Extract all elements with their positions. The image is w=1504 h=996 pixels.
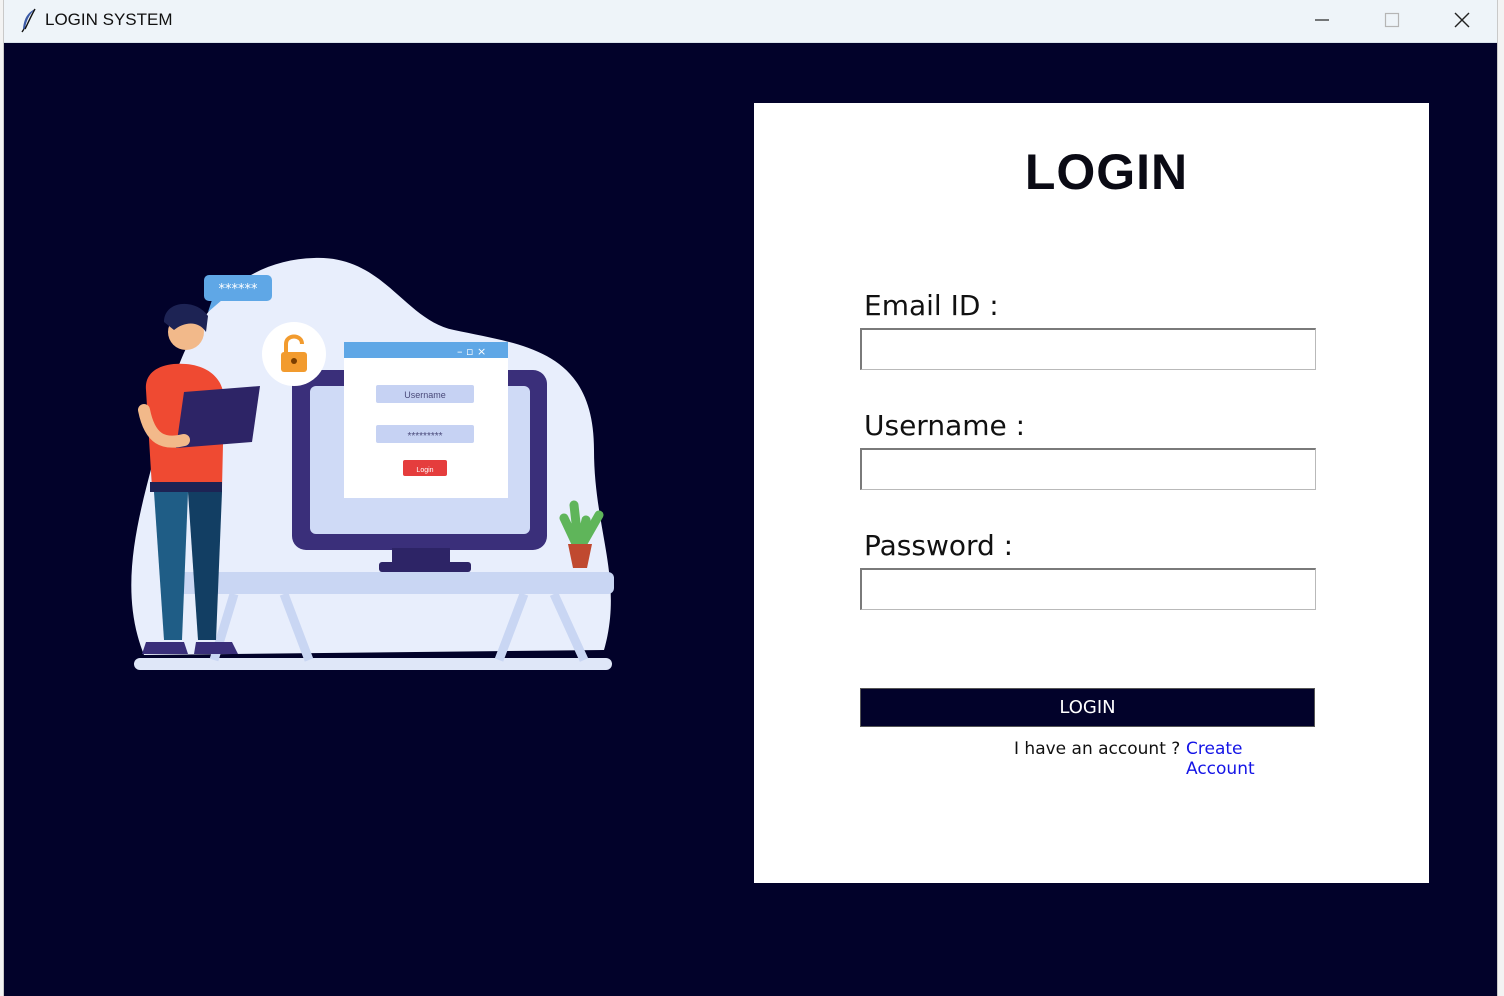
illustration-username-text: Username xyxy=(404,390,446,400)
email-field[interactable] xyxy=(860,328,1316,370)
login-illustration: – ▫ × Username ********* Login ****** xyxy=(131,257,614,670)
create-account-link[interactable]: Create Account xyxy=(1186,739,1314,779)
login-button[interactable]: LOGIN xyxy=(860,688,1315,727)
login-title: LOGIN xyxy=(1024,144,1189,200)
feather-icon xyxy=(21,8,36,33)
svg-text:– ▫ ×: – ▫ × xyxy=(457,345,486,358)
email-label: Email ID : xyxy=(864,289,999,322)
window-title: LOGIN SYSTEM xyxy=(45,10,173,29)
password-label: Password : xyxy=(864,529,1014,562)
minimize-icon xyxy=(1315,19,1329,21)
illustration-password-text: ********* xyxy=(407,431,442,442)
app-window: LOGIN SYSTEM – ▫ × Username ********* Lo xyxy=(4,0,1497,996)
close-icon xyxy=(1454,12,1470,28)
account-text: I have an account ? xyxy=(1014,739,1181,759)
login-panel: LOGIN Email ID : Username : Password : L… xyxy=(754,103,1429,883)
title-bar: LOGIN SYSTEM xyxy=(4,0,1497,43)
username-label: Username : xyxy=(864,409,1026,442)
password-field[interactable] xyxy=(860,568,1316,610)
illustration-bubble-text: ****** xyxy=(219,282,259,297)
username-field[interactable] xyxy=(860,448,1316,490)
illustration-login-text: Login xyxy=(416,467,433,474)
maximize-icon xyxy=(1384,12,1400,28)
close-button[interactable] xyxy=(1427,0,1497,40)
minimize-button[interactable] xyxy=(1287,0,1357,40)
maximize-button[interactable] xyxy=(1357,0,1427,40)
